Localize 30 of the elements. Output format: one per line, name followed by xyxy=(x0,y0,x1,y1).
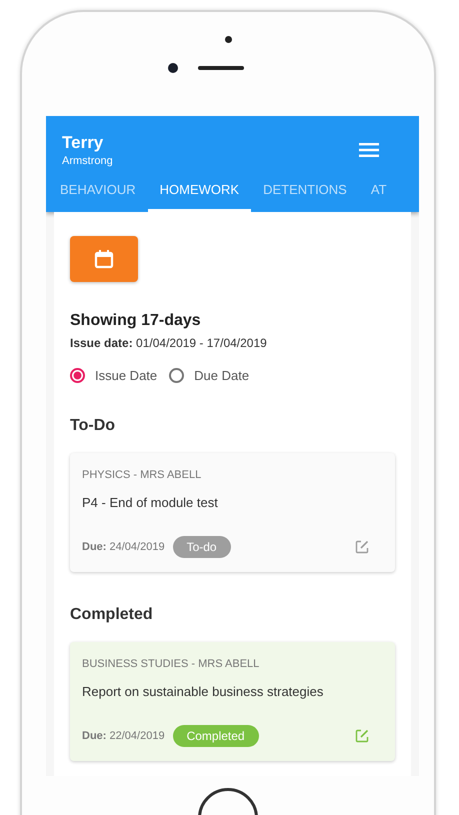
status-badge: To-do xyxy=(172,536,231,558)
issue-date-range: Issue date: 01/04/2019 - 17/04/2019 xyxy=(70,336,268,350)
subject-label: PHYSICS - MRS ABELL xyxy=(82,469,202,482)
homework-card[interactable]: PHYSICS - MRS ABELL P4 - End of module test Due: 24/04/2019 To-do xyxy=(70,453,395,572)
radio-label: Due Date xyxy=(194,368,250,384)
edit-icon[interactable] xyxy=(355,729,369,744)
due-date: Due: 24/04/2019 xyxy=(82,541,165,554)
radio-option[interactable]: Issue Date xyxy=(70,368,158,384)
radio-button[interactable] xyxy=(70,368,85,384)
due-date: Due: 22/04/2019 xyxy=(82,730,165,742)
speaker-grille xyxy=(198,66,244,70)
subject-label: BUSINESS STUDIES - MRS ABELL xyxy=(82,658,260,670)
section-heading: To-Do xyxy=(70,417,116,436)
status-badge: Completed xyxy=(172,725,259,748)
section-heading: Completed xyxy=(70,606,154,624)
radio-label: Issue Date xyxy=(95,368,158,384)
student-surname: Armstrong xyxy=(62,155,113,168)
date-range-heading: Showing 17-days xyxy=(70,312,202,330)
homework-title: P4 - End of module test xyxy=(82,495,219,510)
calendar-button[interactable] xyxy=(70,236,138,282)
homework-title: Report on sustainable business strategies xyxy=(82,684,324,700)
edit-icon[interactable] xyxy=(355,540,369,554)
camera-dot xyxy=(224,36,232,43)
sensor-dot xyxy=(168,63,178,73)
homework-card[interactable]: BUSINESS STUDIES - MRS ABELL Report on sustainable business strategies Due: 22/04/2019 Completed xyxy=(70,642,395,762)
menu-icon[interactable] xyxy=(359,143,379,158)
radio-button[interactable] xyxy=(169,368,184,384)
calendar-icon xyxy=(94,249,114,270)
radio-option[interactable]: Due Date xyxy=(169,368,250,384)
student-name: Terry xyxy=(62,133,104,154)
